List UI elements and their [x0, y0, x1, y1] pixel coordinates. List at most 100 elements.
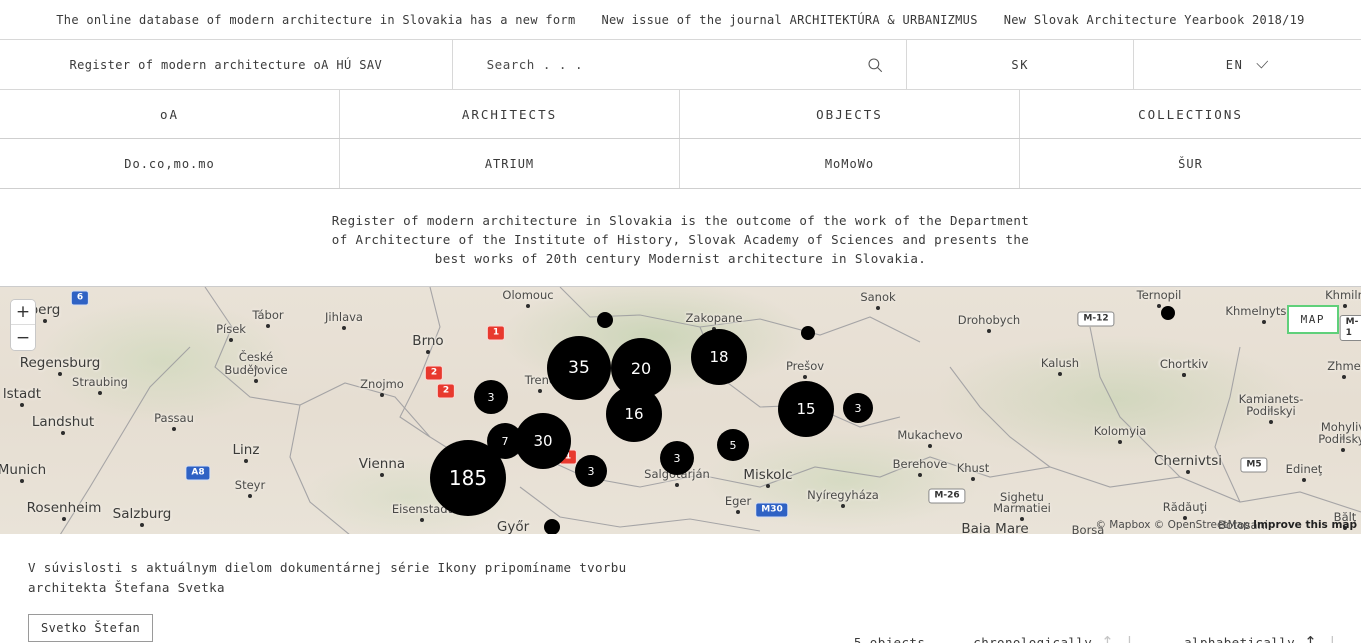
map-viewport[interactable]: Regensburg Straubing lstadt Landshut Munich R…: [0, 286, 1361, 534]
map-route-shield: 2: [436, 383, 456, 399]
map-city-dot: [172, 427, 176, 431]
search-input[interactable]: [484, 56, 867, 73]
language-en[interactable]: EN: [1134, 40, 1361, 89]
map-route-shield: 2: [424, 365, 444, 381]
map-cluster-marker[interactable]: 30: [515, 413, 571, 469]
map-city-dot: [1341, 448, 1345, 452]
nav-item-momowo[interactable]: MoMoWo: [680, 139, 1020, 188]
sort-controls: 5 objects chronologically ↑ ↓ alphabetic…: [854, 635, 1339, 643]
search-container[interactable]: [453, 40, 908, 89]
map-city-dot: [1020, 506, 1024, 510]
map-city-dot: [420, 518, 424, 522]
map-city-dot: [229, 338, 233, 342]
nav-item-atrium[interactable]: ATRIUM: [340, 139, 680, 188]
map-city-dot: [98, 391, 102, 395]
map-city-dot: [928, 444, 932, 448]
zoom-out-button[interactable]: −: [11, 325, 35, 350]
map-city-dot: [266, 324, 270, 328]
nav-item-docomomo[interactable]: Do.co,mo.mo: [0, 139, 340, 188]
architect-tag-button[interactable]: Svetko Štefan: [28, 614, 154, 642]
map-city-dot: [1262, 320, 1266, 324]
map-marker-dot[interactable]: [544, 519, 560, 534]
map-route-shield: M-12: [1077, 311, 1115, 327]
map-marker-dot[interactable]: [597, 312, 613, 328]
intro-section: Register of modern architecture in Slova…: [0, 189, 1361, 286]
map-city-dot: [803, 375, 807, 379]
map-city-dot: [1341, 436, 1345, 440]
map-city-dot: [1343, 304, 1347, 308]
map-city-dot: [20, 403, 24, 407]
map-road-network: [59, 287, 1361, 534]
map-city-dot: [538, 389, 542, 393]
language-sk-label: SK: [1011, 57, 1030, 72]
language-sk[interactable]: SK: [907, 40, 1135, 89]
map-cluster-marker[interactable]: 16: [606, 386, 662, 442]
map-city-dot: [876, 306, 880, 310]
map-marker-dot[interactable]: [801, 326, 815, 340]
map-cluster-marker[interactable]: 7: [487, 423, 523, 459]
map-city-dot: [1182, 373, 1186, 377]
map-city-dot: [766, 484, 770, 488]
search-icon[interactable]: [866, 56, 884, 74]
map-city-dot: [918, 473, 922, 477]
intro-text: Register of modern architecture in Slova…: [331, 213, 1030, 266]
map-cluster-marker[interactable]: 35: [547, 336, 611, 400]
map-route-shield: M-1: [1339, 315, 1361, 341]
map-city-dot: [841, 504, 845, 508]
map-city-dot: [426, 350, 430, 354]
zoom-in-button[interactable]: +: [11, 300, 35, 325]
sort-alphabetically[interactable]: alphabetically ↑ ↓: [1184, 635, 1339, 643]
sort-chronologically-asc-icon[interactable]: ↑: [1101, 635, 1114, 643]
header-bar: Register of modern architecture oA HÚ SA…: [0, 40, 1361, 90]
map-cluster-marker[interactable]: 3: [843, 393, 873, 423]
news-item-3[interactable]: New Slovak Architecture Yearbook 2018/19: [1004, 13, 1305, 27]
map-cluster-marker[interactable]: 5: [717, 429, 749, 461]
nav-item-oa[interactable]: oA: [0, 90, 340, 138]
map-cluster-marker[interactable]: 3: [660, 441, 694, 475]
map-view-toggle-button[interactable]: MAP: [1286, 305, 1339, 334]
map-city-dot: [1186, 470, 1190, 474]
map-city-dot: [244, 459, 248, 463]
feature-section: V súvislosti s aktuálnym dielom dokument…: [0, 534, 1361, 643]
nav-item-collections[interactable]: COLLECTIONS: [1020, 90, 1361, 138]
sort-alphabetically-desc-icon[interactable]: ↓: [1326, 635, 1339, 643]
map-city-dot: [61, 431, 65, 435]
language-en-label: EN: [1225, 57, 1244, 72]
nav-item-architects[interactable]: ARCHITECTS: [340, 90, 680, 138]
map-city-dot: [1269, 420, 1273, 424]
sort-chronologically-desc-icon[interactable]: ↓: [1123, 635, 1136, 643]
map-city-dot: [1020, 517, 1024, 521]
news-item-1[interactable]: The online database of modern architectu…: [56, 13, 575, 27]
map-city-dot: [43, 319, 47, 323]
map-route-shield: A8: [185, 465, 211, 481]
map-city-dot: [380, 473, 384, 477]
map-cluster-marker[interactable]: 3: [575, 455, 607, 487]
map-city-dot: [736, 510, 740, 514]
map-attribution: © Mapbox © OpenStreetMap Improve this ma…: [1095, 519, 1357, 531]
map-marker-dot[interactable]: [1161, 306, 1175, 320]
map-city-dot: [1302, 478, 1306, 482]
map-city-dot: [987, 329, 991, 333]
nav-item-objects[interactable]: OBJECTS: [680, 90, 1020, 138]
improve-map-link[interactable]: Improve this map: [1253, 519, 1357, 531]
map-city-dot: [1058, 372, 1062, 376]
map-city-dot: [1118, 440, 1122, 444]
map-cluster-marker[interactable]: 18: [691, 329, 747, 385]
map-zoom-controls[interactable]: + −: [10, 299, 36, 351]
map-city-dot: [62, 517, 66, 521]
nav-item-sur[interactable]: ŠUR: [1020, 139, 1361, 188]
map-cluster-marker[interactable]: 15: [778, 381, 834, 437]
map-route-shield: 1: [486, 325, 506, 341]
sort-alphabetically-asc-icon[interactable]: ↑: [1304, 635, 1317, 643]
feature-text: V súvislosti s aktuálnym dielom dokument…: [28, 560, 627, 595]
sort-alphabetically-label: alphabetically: [1184, 635, 1296, 643]
map-cluster-marker[interactable]: 3: [474, 380, 508, 414]
map-city-dot: [254, 366, 258, 370]
map-city-dot: [254, 379, 258, 383]
map-route-shield: M-26: [928, 488, 966, 504]
map-city-dot: [140, 523, 144, 527]
sort-chronologically[interactable]: chronologically ↑ ↓: [973, 635, 1136, 643]
news-item-2[interactable]: New issue of the journal ARCHITEKTÚRA & …: [601, 13, 977, 27]
map-city-dot: [971, 477, 975, 481]
site-brand[interactable]: Register of modern architecture oA HÚ SA…: [0, 40, 453, 89]
